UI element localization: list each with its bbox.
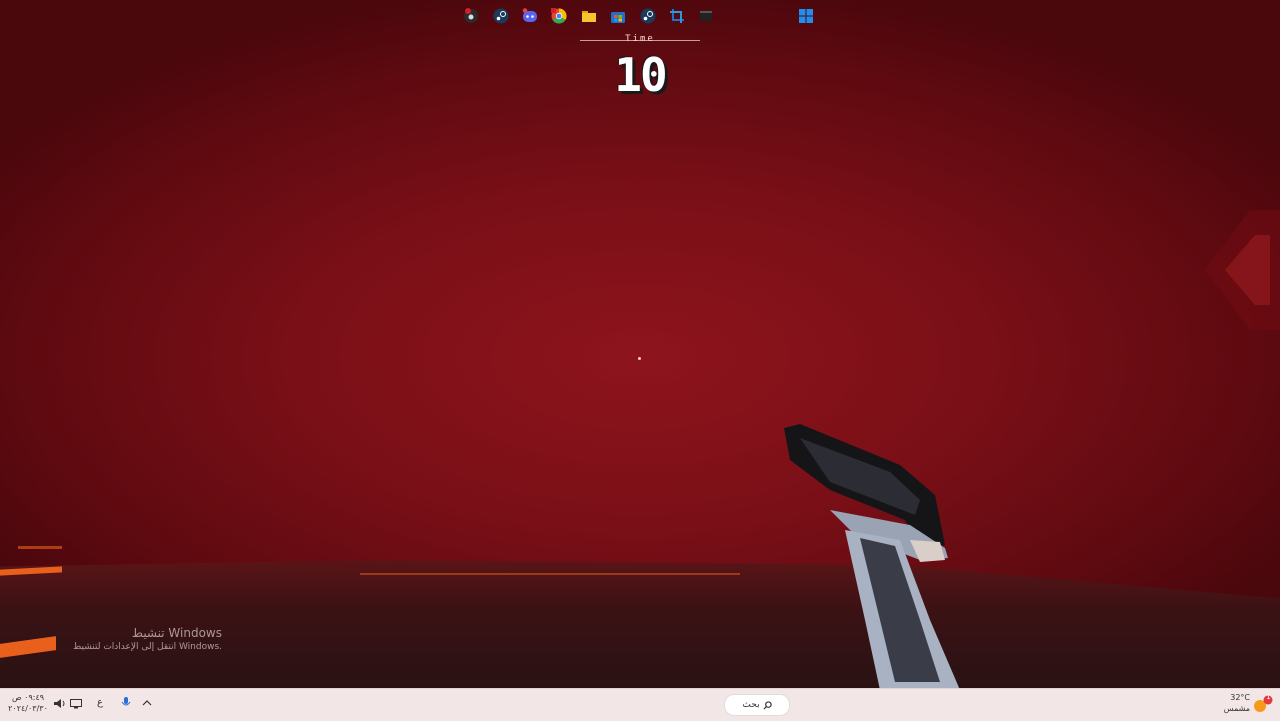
notification-badge: 1 <box>1266 693 1271 701</box>
search-label: بحث <box>742 700 760 710</box>
lava-strip <box>18 546 62 549</box>
search-icon <box>763 700 772 710</box>
direction-arrow-icon <box>1205 210 1280 330</box>
taskbar-search[interactable]: بحث <box>724 694 790 716</box>
chrome-icon[interactable] <box>549 6 569 26</box>
volume-icon[interactable] <box>54 698 66 709</box>
snipping-tool-icon[interactable] <box>667 6 687 26</box>
clock-time: ٠٩:٤٩ ص <box>11 693 45 702</box>
timer-label: Time <box>625 34 655 44</box>
chevron-up-icon[interactable] <box>142 699 152 707</box>
weather-temperature: 32°C <box>1230 693 1250 702</box>
windows-activation-watermark: تنشيط Windows انتقل إلى الإعدادات لتنشيط… <box>40 626 222 652</box>
weather-widget[interactable]: 32°C مشمس <box>1214 692 1250 714</box>
discord-icon[interactable] <box>520 6 540 26</box>
store-icon[interactable] <box>608 6 628 26</box>
game-viewport[interactable]: Time 10 تنشيط Windows انتقل إلى الإعدادا… <box>0 0 1280 688</box>
language-indicator[interactable]: ع <box>97 697 103 708</box>
ground-terrain <box>0 560 1280 688</box>
windows-start-icon[interactable] <box>796 6 816 26</box>
lava-strip <box>360 573 740 575</box>
taskbar-clock[interactable]: ٠٩:٤٩ ص ٢٠٢٤/٠٣/٣٠ <box>8 692 48 714</box>
activation-title: تنشيط Windows <box>131 626 222 640</box>
terminal-icon[interactable] <box>696 6 716 26</box>
timer-value: 10 <box>614 48 667 102</box>
activation-subtitle: انتقل إلى الإعدادات لتنشيط Windows. <box>73 642 222 652</box>
network-icon[interactable] <box>70 698 82 709</box>
microphone-icon[interactable] <box>121 697 131 709</box>
obs-icon[interactable] <box>461 6 481 26</box>
pistol-viewmodel <box>784 424 960 688</box>
steam-icon[interactable] <box>638 6 658 26</box>
file-explorer-icon[interactable] <box>579 6 599 26</box>
clock-date: ٢٠٢٤/٠٣/٣٠ <box>8 704 48 713</box>
crosshair <box>638 357 641 360</box>
taskbar <box>0 688 1280 721</box>
steam-icon[interactable] <box>491 6 511 26</box>
weather-description: مشمس <box>1223 704 1250 713</box>
